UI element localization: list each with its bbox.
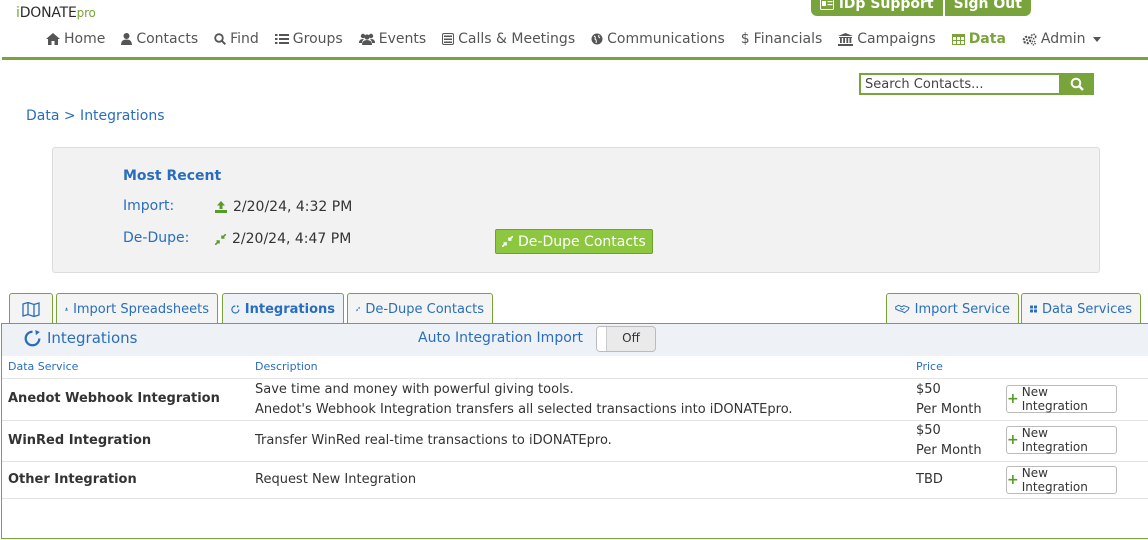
nav-home[interactable]: Home [46,31,105,47]
col-price: Price [916,360,943,373]
row-price-amount: TBD [916,472,943,487]
tab-import-service[interactable]: Import Service [886,293,1019,324]
new-integration-button[interactable]: + New Integration [1006,426,1117,454]
toggle-knob [597,327,607,351]
nav-admin[interactable]: Admin [1022,31,1101,47]
tab-import-spreadsheets[interactable]: Import Spreadsheets [56,293,218,324]
list-icon [274,33,289,45]
most-recent-panel: Most Recent Import: 2/20/24, 4:32 PM De-… [52,147,1100,273]
sync-icon [24,329,41,346]
tab-integrations[interactable]: Integrations [222,293,344,325]
grid-icon [1030,305,1037,313]
dedupe-label: De-Dupe: [123,230,190,246]
breadcrumb[interactable]: Data > Integrations [26,108,165,124]
home-icon [46,33,60,45]
search-icon [214,33,227,45]
nav-campaigns[interactable]: Campaigns [838,31,936,47]
user-icon [121,33,133,45]
col-data-service: Data Service [8,360,79,373]
plus-icon: + [1007,472,1019,488]
row-price-amount: $50 [916,382,941,397]
table-row: Other Integration Request New Integratio… [2,461,1148,499]
compress-icon [356,306,361,312]
new-integration-button[interactable]: + New Integration [1006,385,1117,413]
row-service-name: Anedot Webhook Integration [8,391,220,406]
globe-icon [591,33,603,45]
compress-icon [502,236,513,247]
plus-icon: + [1007,391,1019,407]
panel-title: Integrations [24,329,137,347]
table-icon [951,33,965,45]
upload-icon [65,307,69,311]
row-description-line2: Anedot's Webhook Integration transfers a… [255,402,793,417]
nav-find[interactable]: Find [214,31,259,47]
integrations-panel: Integrations Auto Integration Import Off… [1,323,1148,539]
nav-groups[interactable]: Groups [274,31,343,47]
table-row: Anedot Webhook Integration Save time and… [2,378,1148,420]
users-icon [358,33,375,45]
search-bar [859,73,1094,95]
plus-icon: + [1007,432,1019,448]
gears-icon [1022,32,1037,46]
row-price-period: Per Month [916,402,982,417]
handshake-icon [895,304,910,314]
phone-icon [442,33,455,45]
tab-map[interactable] [9,293,53,324]
sync-icon [231,305,240,314]
map-icon [22,301,40,317]
nav-events[interactable]: Events [358,31,426,47]
row-service-name: WinRed Integration [8,433,152,448]
search-input[interactable] [859,73,1059,95]
signout-button[interactable]: Sign Out [944,0,1031,16]
bank-icon [838,32,854,46]
nav-calls-meetings[interactable]: Calls & Meetings [442,31,575,47]
auto-import-toggle[interactable]: Off [596,326,656,352]
brand-logo[interactable]: iDONATEpro [16,5,96,21]
toggle-state: Off [622,331,640,345]
upload-icon [215,201,227,213]
import-label: Import: [123,198,175,214]
dedupe-value: 2/20/24, 4:47 PM [215,231,351,247]
dedupe-contacts-button[interactable]: De-Dupe Contacts [495,229,653,254]
new-integration-button[interactable]: + New Integration [1006,466,1117,494]
auto-import-label: Auto Integration Import [418,330,584,346]
nav-data[interactable]: Data [951,31,1006,47]
row-price-amount: $50 [916,423,941,438]
col-description: Description [255,360,318,373]
search-icon [1070,77,1084,91]
main-nav: Home Contacts Find Groups Events Calls &… [46,31,1117,47]
import-value: 2/20/24, 4:32 PM [215,199,352,215]
chevron-down-icon [1092,36,1101,42]
panel-header: Integrations Auto Integration Import Off [2,324,1148,356]
support-button[interactable]: iDp Support [811,0,945,16]
row-description-line1: Transfer WinRed real-time transactions t… [255,433,612,448]
row-description-line1: Save time and money with powerful giving… [255,382,574,397]
search-button[interactable] [1059,73,1094,95]
dollar-icon: $ [740,31,750,47]
table-row: WinRed Integration Transfer WinRed real-… [2,420,1148,461]
nav-communications[interactable]: Communications [591,31,725,47]
tab-dedupe-contacts[interactable]: De-Dupe Contacts [347,293,493,324]
compress-icon [215,233,226,245]
row-price-period: Per Month [916,443,982,458]
header-divider [2,57,1148,60]
tab-data-services[interactable]: Data Services [1021,293,1141,324]
id-card-icon [820,0,834,10]
most-recent-title: Most Recent [123,168,222,184]
nav-financials[interactable]: $ Financials [741,31,823,47]
row-service-name: Other Integration [8,472,137,487]
row-description-line1: Request New Integration [255,472,417,487]
top-buttons: iDp Support Sign Out [811,0,1031,16]
nav-contacts[interactable]: Contacts [121,31,198,47]
